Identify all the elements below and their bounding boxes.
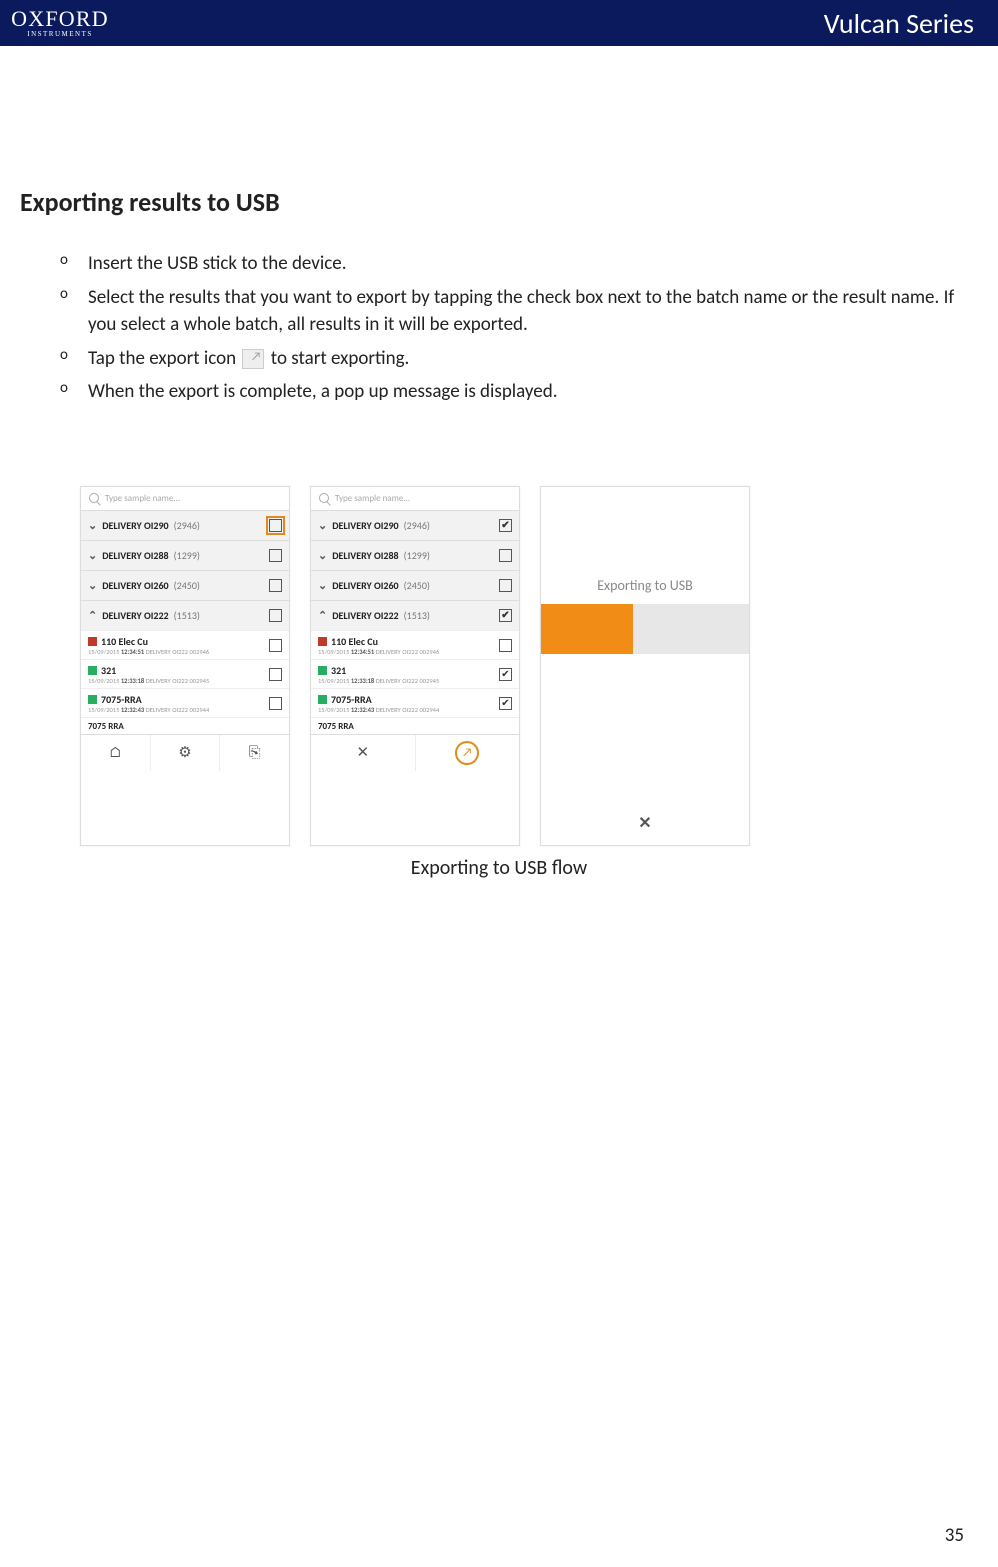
page-content: Exporting results to USB Insert the USB …	[0, 46, 998, 880]
batch-row-3[interactable]: ⌃DELIVERY OI222 (1513)	[311, 600, 519, 630]
batch-checkbox-checked[interactable]	[499, 609, 512, 622]
result-row-0[interactable]: 110 Elec Cu15/09/2015 12:34:51 DELIVERY …	[81, 630, 289, 659]
cancel-button[interactable]: ✕	[311, 735, 416, 771]
batch-checkbox[interactable]	[499, 579, 512, 592]
figure-caption: Exporting to USB flow	[20, 856, 978, 880]
step-3-pre: Tap the export icon	[88, 347, 236, 370]
logo-sub-text: INSTRUMENTS	[27, 30, 93, 38]
settings-button[interactable]: ⚙	[151, 735, 221, 771]
step-1: Insert the USB stick to the device.	[60, 250, 978, 278]
result-row-1[interactable]: 32115/09/2015 12:33:18 DELIVERY OI222 00…	[81, 659, 289, 688]
batch-row-1[interactable]: ⌄DELIVERY OI288 (1299)	[311, 540, 519, 570]
instructions-list: Insert the USB stick to the device. Sele…	[20, 250, 978, 406]
search-row[interactable]: Type sample name...	[311, 487, 519, 510]
bottom-bar: ⌂ ⚙ ⎘	[81, 734, 289, 771]
search-placeholder: Type sample name...	[335, 493, 410, 504]
search-icon	[319, 493, 329, 503]
bottom-bar: ✕ ↗	[311, 734, 519, 771]
batch-checkbox-checked[interactable]	[499, 519, 512, 532]
search-row[interactable]: Type sample name...	[81, 487, 289, 510]
close-button[interactable]: ✕	[638, 813, 651, 833]
result-checkbox[interactable]	[269, 697, 282, 710]
home-button[interactable]: ⌂	[81, 735, 151, 771]
chevron-up-icon: ⌃	[88, 609, 97, 622]
page-header: OXFORD INSTRUMENTS Vulcan Series	[0, 0, 998, 46]
result-row-2[interactable]: 7075-RRA15/09/2015 12:32:43 DELIVERY OI2…	[81, 688, 289, 717]
result-checkbox[interactable]	[269, 639, 282, 652]
peek-row: 7075 RRA	[311, 717, 519, 732]
screenshot-1: Type sample name... ⌄DELIVERY OI290 (294…	[80, 486, 290, 846]
progress-bar	[541, 604, 749, 654]
page-number: 35	[945, 1524, 964, 1547]
result-checkbox-checked[interactable]	[499, 697, 512, 710]
result-checkbox[interactable]	[269, 668, 282, 681]
batch-row-0[interactable]: ⌄DELIVERY OI290 (2946)	[81, 510, 289, 540]
step-3: Tap the export icon to start exporting.	[60, 345, 978, 373]
status-square-green	[88, 695, 97, 704]
search-placeholder: Type sample name...	[105, 493, 180, 504]
batch-checkbox[interactable]	[269, 579, 282, 592]
progress-fill	[541, 604, 633, 654]
export-button-highlighted[interactable]: ↗	[416, 735, 520, 771]
logo-main-text: OXFORD	[11, 8, 109, 30]
section-heading: Exporting results to USB	[20, 186, 978, 218]
batch-row-2[interactable]: ⌄DELIVERY OI260 (2450)	[81, 570, 289, 600]
series-title: Vulcan Series	[824, 6, 974, 41]
batch-checkbox[interactable]	[269, 549, 282, 562]
batch-checkbox[interactable]	[499, 549, 512, 562]
export-icon: ↗	[455, 741, 479, 765]
screenshot-2: Type sample name... ⌄DELIVERY OI290 (294…	[310, 486, 520, 846]
step-3-post: to start exporting.	[271, 347, 410, 370]
batch-row-1[interactable]: ⌄DELIVERY OI288 (1299)	[81, 540, 289, 570]
result-row-0[interactable]: 110 Elec Cu15/09/2015 12:34:51 DELIVERY …	[311, 630, 519, 659]
step-4: When the export is complete, a pop up me…	[60, 378, 978, 406]
batch-row-2[interactable]: ⌄DELIVERY OI260 (2450)	[311, 570, 519, 600]
status-square-red	[88, 637, 97, 646]
chevron-down-icon: ⌄	[88, 579, 97, 592]
chevron-down-icon: ⌄	[88, 519, 97, 532]
result-checkbox[interactable]	[499, 639, 512, 652]
exporting-label: Exporting to USB	[541, 577, 749, 594]
search-icon	[89, 493, 99, 503]
screenshot-3: Exporting to USB ✕	[540, 486, 750, 846]
batch-checkbox[interactable]	[269, 609, 282, 622]
result-row-2[interactable]: 7075-RRA15/09/2015 12:32:43 DELIVERY OI2…	[311, 688, 519, 717]
result-checkbox-checked[interactable]	[499, 668, 512, 681]
result-row-1[interactable]: 32115/09/2015 12:33:18 DELIVERY OI222 00…	[311, 659, 519, 688]
export-icon	[242, 349, 264, 369]
chevron-down-icon: ⌄	[88, 549, 97, 562]
batch-row-3[interactable]: ⌃DELIVERY OI222 (1513)	[81, 600, 289, 630]
peek-row: 7075 RRA	[81, 717, 289, 732]
batch-row-0[interactable]: ⌄DELIVERY OI290 (2946)	[311, 510, 519, 540]
oxford-logo: OXFORD INSTRUMENTS	[0, 0, 120, 46]
status-square-green	[88, 666, 97, 675]
batch-checkbox-highlighted[interactable]	[269, 519, 282, 532]
step-2: Select the results that you want to expo…	[60, 284, 978, 339]
figure-row: Type sample name... ⌄DELIVERY OI290 (294…	[20, 486, 978, 846]
calendar-button[interactable]: ⎘	[220, 735, 289, 771]
